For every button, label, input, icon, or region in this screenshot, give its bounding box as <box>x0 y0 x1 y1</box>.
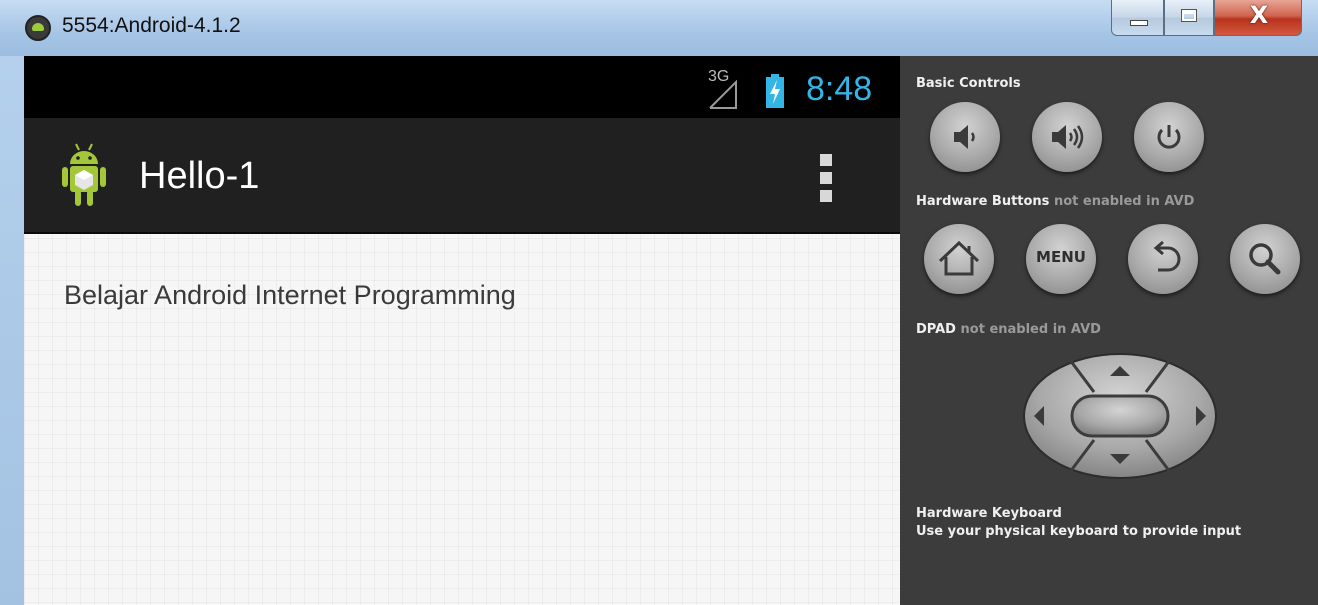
device-screen[interactable]: 3G 8:48 Hello-1 Belajar Android Internet… <box>24 56 900 605</box>
status-bar: 3G 8:48 <box>24 56 900 118</box>
maximize-icon <box>1181 9 1197 22</box>
minimize-icon <box>1130 20 1148 26</box>
volume-up-icon <box>1052 125 1084 149</box>
dpad-note: not enabled in AVD <box>960 322 1101 337</box>
dpad-control[interactable] <box>1022 352 1218 480</box>
status-clock: 8:48 <box>806 70 873 108</box>
power-icon <box>1157 125 1181 149</box>
basic-controls-heading: Basic Controls <box>916 76 1021 91</box>
close-icon: X <box>1249 1 1269 29</box>
volume-down-button[interactable] <box>930 102 1000 172</box>
signal-icon <box>709 79 737 109</box>
menu-button[interactable]: MENU <box>1026 224 1096 294</box>
search-icon <box>1249 243 1281 275</box>
keyboard-note: Use your physical keyboard to provide in… <box>916 524 1242 539</box>
hardware-buttons-title: Hardware Buttons <box>916 194 1050 209</box>
hardware-buttons-heading: Hardware Buttons not enabled in AVD <box>916 194 1194 209</box>
window-titlebar[interactable]: 5554:Android-4.1.2 X <box>0 0 1318 56</box>
controls-panel: Basic Controls Hardware Buttons not enab… <box>900 56 1318 605</box>
window-title: 5554:Android-4.1.2 <box>62 14 241 37</box>
home-button[interactable] <box>924 224 994 294</box>
overflow-menu-icon[interactable] <box>820 154 834 206</box>
minimize-button[interactable] <box>1111 0 1164 36</box>
back-button[interactable] <box>1128 224 1198 294</box>
power-button[interactable] <box>1134 102 1204 172</box>
volume-up-button[interactable] <box>1032 102 1102 172</box>
android-emulator-icon <box>25 15 51 41</box>
action-bar: Hello-1 <box>24 118 900 234</box>
keyboard-title: Hardware Keyboard <box>916 506 1062 521</box>
app-title: Hello-1 <box>139 155 260 197</box>
search-button[interactable] <box>1230 224 1300 294</box>
emulator-window: 5554:Android-4.1.2 X 3G 8:48 Hello-1 Bel… <box>0 0 1318 605</box>
home-icon <box>938 240 980 276</box>
close-button[interactable]: X <box>1214 0 1302 36</box>
dpad-heading: DPAD not enabled in AVD <box>916 322 1101 337</box>
android-robot-icon <box>62 143 106 206</box>
battery-charging-icon <box>766 74 784 108</box>
menu-label: MENU <box>1036 248 1086 266</box>
maximize-button[interactable] <box>1164 0 1214 36</box>
dpad-title: DPAD <box>916 322 956 337</box>
hardware-buttons-note: not enabled in AVD <box>1053 194 1195 209</box>
back-icon <box>1153 240 1181 272</box>
volume-down-icon <box>954 125 975 149</box>
content-textview: Belajar Android Internet Programming <box>64 280 516 310</box>
